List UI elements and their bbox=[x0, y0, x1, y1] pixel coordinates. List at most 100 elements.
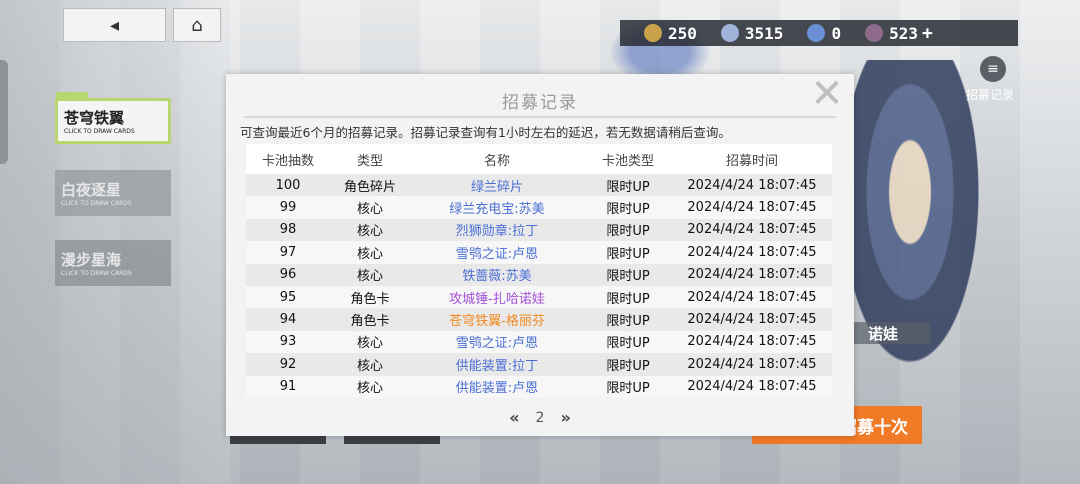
crystal-icon bbox=[720, 24, 739, 42]
table-row: 92 核心 供能装置:拉丁 限时UP 2024/4/24 18:07:45 bbox=[246, 353, 832, 376]
notice-text: 可查询最近6个月的招募记录。招募记录查询有1小时左右的延迟，若无数据请稍后查询。 bbox=[240, 125, 731, 140]
close-icon[interactable]: ✕ bbox=[808, 74, 846, 114]
cell-name: 绿兰碎片 bbox=[410, 174, 584, 197]
table-row: 96 核心 铁蔷薇:苏美 限时UP 2024/4/24 18:07:45 bbox=[246, 263, 832, 286]
banner-subtitle: CLICK TO DRAW CARDS bbox=[61, 200, 132, 207]
banner-white-night[interactable]: 白夜逐星 CLICK TO DRAW CARDS bbox=[55, 170, 171, 216]
cell-type: 角色卡 bbox=[330, 285, 410, 309]
cell-type: 核心 bbox=[330, 218, 410, 242]
cell-name: 苍穹铁翼-格丽芬 bbox=[410, 308, 584, 331]
back-arrow-icon: ◂ bbox=[109, 14, 120, 36]
cell-count: 96 bbox=[246, 263, 330, 286]
cell-pool: 限时UP bbox=[584, 263, 672, 286]
cell-pool: 限时UP bbox=[584, 196, 672, 219]
home-button[interactable]: ⌂ bbox=[173, 8, 221, 42]
cell-type: 角色卡 bbox=[330, 308, 410, 331]
resource-emblem[interactable]: 523 + bbox=[855, 23, 933, 44]
resource-crystal-value: 3515 bbox=[744, 23, 784, 43]
resource-ticket: 0 bbox=[797, 24, 841, 43]
prev-page-icon[interactable]: « bbox=[509, 408, 519, 427]
cell-type: 核心 bbox=[330, 353, 410, 376]
cell-count: 92 bbox=[246, 353, 330, 376]
cell-name: 雪鸮之证:卢恩 bbox=[410, 330, 584, 354]
pager: « 2 » bbox=[226, 408, 854, 427]
cell-count: 97 bbox=[246, 241, 330, 264]
coin-icon bbox=[644, 24, 662, 42]
cell-count: 93 bbox=[246, 330, 330, 354]
resource-coin: 250 bbox=[634, 24, 697, 43]
table-row: 91 核心 供能装置:卢恩 限时UP 2024/4/24 18:07:45 bbox=[246, 375, 832, 398]
cell-type: 核心 bbox=[330, 375, 410, 398]
cell-count: 91 bbox=[246, 375, 330, 398]
cell-type: 核心 bbox=[330, 196, 410, 219]
cell-time: 2024/4/24 18:07:45 bbox=[672, 241, 832, 264]
cell-pool: 限时UP bbox=[584, 174, 672, 197]
table-row: 93 核心 雪鸮之证:卢恩 限时UP 2024/4/24 18:07:45 bbox=[246, 330, 832, 354]
cell-time: 2024/4/24 18:07:45 bbox=[672, 353, 832, 376]
cell-pool: 限时UP bbox=[584, 241, 672, 264]
cell-time: 2024/4/24 18:07:45 bbox=[672, 308, 832, 331]
divider bbox=[244, 116, 836, 118]
resource-ticket-value: 0 bbox=[831, 23, 842, 43]
cell-pool: 限时UP bbox=[584, 285, 672, 309]
record-icon[interactable]: ≡ bbox=[980, 56, 1006, 82]
col-time: 招募时间 bbox=[725, 153, 778, 169]
col-count: 卡池抽数 bbox=[261, 153, 314, 169]
table-row: 99 核心 绿兰充电宝:苏美 限时UP 2024/4/24 18:07:45 bbox=[246, 196, 832, 219]
home-icon: ⌂ bbox=[191, 14, 203, 36]
banner-skywing[interactable]: 苍穹铁翼 CLICK TO DRAW CARDS bbox=[55, 98, 171, 144]
cell-time: 2024/4/24 18:07:45 bbox=[672, 330, 832, 354]
col-pool: 卡池类型 bbox=[601, 153, 654, 169]
cell-name: 烈狮勋章:拉丁 bbox=[410, 218, 584, 242]
banner-title: 白夜逐星 bbox=[61, 181, 122, 199]
cell-count: 98 bbox=[246, 218, 330, 242]
cell-type: 核心 bbox=[330, 241, 410, 264]
record-table: 卡池抽数 类型 名称 卡池类型 招募时间 100 角色碎片 绿兰碎片 限时UP 2024… bbox=[246, 144, 832, 398]
cell-count: 99 bbox=[246, 196, 330, 219]
banner-stroll-stars[interactable]: 漫步星海 CLICK TO DRAW CARDS bbox=[55, 240, 171, 286]
resource-coin-value: 250 bbox=[668, 23, 697, 43]
table-row: 100 角色碎片 绿兰碎片 限时UP 2024/4/24 18:07:45 bbox=[246, 174, 832, 197]
cell-count: 100 bbox=[246, 174, 330, 197]
cell-name: 供能装置:拉丁 bbox=[410, 353, 584, 376]
cell-type: 角色碎片 bbox=[330, 174, 410, 197]
dialog-title: 招募记录 bbox=[502, 93, 578, 113]
banner-title: 苍穹铁翼 bbox=[64, 109, 125, 127]
cell-count: 95 bbox=[246, 285, 330, 309]
resource-bar: 250 3515 0 523 + bbox=[620, 20, 1018, 46]
cell-time: 2024/4/24 18:07:45 bbox=[672, 285, 832, 309]
emblem-icon bbox=[865, 24, 884, 42]
cell-time: 2024/4/24 18:07:45 bbox=[672, 218, 832, 242]
cell-name: 攻城锤-扎哈诺娃 bbox=[410, 285, 584, 309]
table-row: 97 核心 雪鸮之证:卢恩 限时UP 2024/4/24 18:07:45 bbox=[246, 241, 832, 264]
back-button[interactable]: ◂ bbox=[63, 8, 166, 42]
cell-name: 铁蔷薇:苏美 bbox=[410, 263, 584, 286]
page-number: 2 bbox=[535, 409, 545, 426]
table-header: 卡池抽数 类型 名称 卡池类型 招募时间 bbox=[246, 144, 832, 174]
resource-emblem-value: 523 bbox=[889, 23, 918, 43]
cell-name: 绿兰充电宝:苏美 bbox=[410, 196, 584, 219]
cell-time: 2024/4/24 18:07:45 bbox=[672, 174, 832, 197]
table-row: 98 核心 烈狮勋章:拉丁 限时UP 2024/4/24 18:07:45 bbox=[246, 218, 832, 242]
cell-type: 核心 bbox=[330, 263, 410, 286]
cell-name: 雪鸮之证:卢恩 bbox=[410, 241, 584, 264]
cell-time: 2024/4/24 18:07:45 bbox=[672, 196, 832, 219]
cell-time: 2024/4/24 18:07:45 bbox=[672, 263, 832, 286]
edge-handle[interactable] bbox=[0, 60, 8, 164]
record-button-label[interactable]: 招募记录 bbox=[966, 86, 1014, 103]
banner-subtitle: CLICK TO DRAW CARDS bbox=[64, 128, 135, 135]
cell-pool: 限时UP bbox=[584, 353, 672, 376]
cell-pool: 限时UP bbox=[584, 375, 672, 398]
add-icon[interactable]: + bbox=[922, 23, 933, 44]
banner-title: 漫步星海 bbox=[61, 251, 122, 269]
cell-pool: 限时UP bbox=[584, 218, 672, 242]
col-name: 名称 bbox=[483, 153, 510, 169]
cell-name: 供能装置:卢恩 bbox=[410, 375, 584, 398]
banner-subtitle: CLICK TO DRAW CARDS bbox=[61, 270, 132, 277]
col-type: 类型 bbox=[356, 153, 383, 169]
next-page-icon[interactable]: » bbox=[560, 408, 570, 427]
table-row: 95 角色卡 攻城锤-扎哈诺娃 限时UP 2024/4/24 18:07:45 bbox=[246, 285, 832, 309]
cell-pool: 限时UP bbox=[584, 330, 672, 354]
cell-time: 2024/4/24 18:07:45 bbox=[672, 375, 832, 398]
cell-type: 核心 bbox=[330, 330, 410, 354]
